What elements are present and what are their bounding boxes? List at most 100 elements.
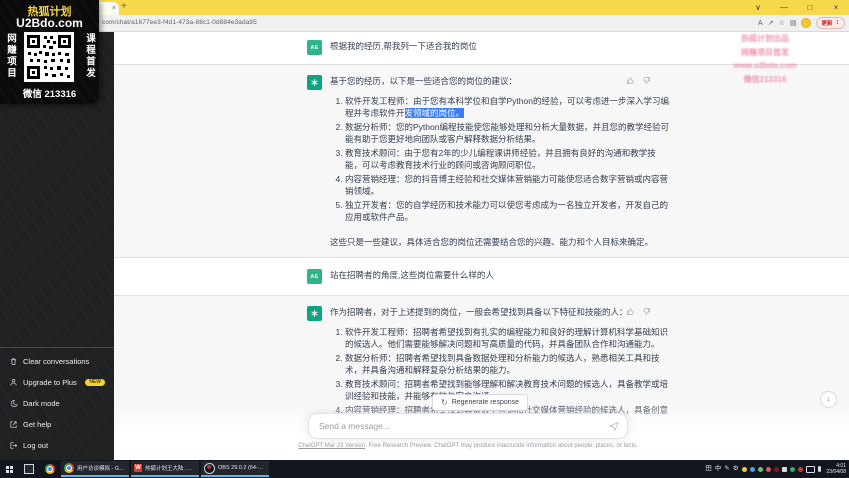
list-item: 数据分析师：招聘者希望找到具备数据处理和分析能力的候选人，熟悉相关工具和技术，并… <box>345 352 672 377</box>
arrow-down-icon: ↓ <box>826 396 831 403</box>
microphone-icon[interactable] <box>817 466 821 472</box>
url-text[interactable]: com/chat/a1677ee3-f4d1-473a-88c1-0d884e3… <box>102 15 257 31</box>
openai-logo-icon <box>311 79 318 86</box>
feedback-buttons <box>626 307 651 316</box>
thumbs-down-icon[interactable] <box>642 307 651 316</box>
sidebar-item-dark-mode[interactable]: Dark mode <box>0 393 114 414</box>
ime-chinese-icon[interactable]: 中 <box>715 465 722 473</box>
taskbar-clock[interactable]: 4:01 23/04/08 <box>827 463 846 475</box>
sidebar-menu: Clear conversations Upgrade to Plus NEW … <box>0 347 114 456</box>
send-icon[interactable] <box>609 421 619 431</box>
trash-icon <box>10 358 17 366</box>
tray-app-icon[interactable] <box>749 466 755 472</box>
system-tray: 田 中 ✎ ⚙ 4:01 23/04/08 <box>705 463 849 475</box>
message-input[interactable]: Send a message... <box>308 413 628 439</box>
moon-icon <box>10 399 18 407</box>
message-text: 站在招聘者的角度,这些岗位需要什么样的人 <box>330 270 494 280</box>
bookmark-star-icon[interactable]: ☆ <box>779 20 785 27</box>
openai-logo-icon <box>311 310 318 317</box>
wps-icon: W <box>134 464 142 472</box>
sidebar-item-log-out[interactable]: Log out <box>0 435 114 456</box>
thumbs-up-icon[interactable] <box>626 307 635 316</box>
taskbar-task-obs[interactable]: OBS 29.0.2 (64-bi... <box>201 461 269 477</box>
ime-grid-icon[interactable]: 田 <box>705 465 712 473</box>
menu-dots-icon[interactable]: ⋮ <box>835 20 841 26</box>
promo-overlay-card: 热狐计划 U2Bdo.com 网赚项目 课程首发 微信 213316 <box>0 0 99 104</box>
page-content: Clear conversations Upgrade to Plus NEW … <box>0 31 849 460</box>
chatgpt-avatar <box>307 306 322 321</box>
input-placeholder: Send a message... <box>319 421 390 431</box>
maximize-button[interactable]: □ <box>797 0 823 15</box>
windows-taskbar: 用户访谈模拟 - Go... W 热狐计划王大陆 .wh... OBS 29.0… <box>0 460 849 478</box>
user-avatar: AE <box>307 269 322 284</box>
chrome-icon <box>64 463 74 473</box>
user-avatar: AE <box>307 40 322 55</box>
list-item: 软件开发工程师：由于您有本科学位和自学Python的经验，可以考虑进一步深入学习… <box>345 95 672 120</box>
new-badge: NEW <box>85 379 105 386</box>
pinned-browser-icon[interactable] <box>45 464 55 474</box>
message-intro: 基于您的经历，以下是一些适合您的岗位的建议： <box>330 76 518 86</box>
suggestion-list: 软件开发工程师：由于您有本科学位和自学Python的经验，可以考虑进一步深入学习… <box>330 95 672 224</box>
tray-app-icon[interactable] <box>797 466 803 472</box>
tray-app-icon[interactable] <box>781 466 787 472</box>
external-link-icon <box>10 421 17 428</box>
sidebar-item-upgrade-to-plus[interactable]: Upgrade to Plus NEW <box>0 372 114 393</box>
chat-footer: ChatGPT Mar 23 Version. Free Research Pr… <box>298 443 638 449</box>
person-icon <box>10 378 17 386</box>
chat-main: AE 根据我的经历,帮我列一下适合我的岗位 基于您的经历，以下是一些适合您的岗位… <box>114 31 849 460</box>
chatgpt-avatar <box>307 75 322 90</box>
promo-wechat: 微信 213316 <box>22 89 77 100</box>
thumbs-down-icon[interactable] <box>642 76 651 85</box>
message-outro: 这些只是一些建议，具体适合您的岗位还需要结合您的兴趣、能力和个人目标来确定。 <box>330 236 654 247</box>
scroll-to-bottom-button[interactable]: ↓ <box>820 391 837 408</box>
windows-logo-icon <box>5 465 13 473</box>
tray-app-icon[interactable] <box>741 466 747 472</box>
translate-icon[interactable]: A <box>758 20 763 27</box>
tray-app-icon[interactable] <box>765 466 771 472</box>
taskbar-task-wps[interactable]: W 热狐计划王大陆 .wh... <box>131 461 199 477</box>
thumbs-up-icon[interactable] <box>626 76 635 85</box>
minimize-button[interactable]: — <box>771 0 797 15</box>
task-view-button[interactable] <box>24 464 34 474</box>
chat-message-assistant: 基于您的经历，以下是一些适合您的岗位的建议： 软件开发工程师：由于您有本科学位和… <box>114 64 849 258</box>
display-icon[interactable] <box>805 465 815 473</box>
list-item: 数据分析师：您的Python编程技能使您能够处理和分析大量数据，并且您的教学经验… <box>345 121 672 146</box>
list-item: 教育技术顾问：由于您有2年的少儿编程课讲师经验，并且拥有良好的沟通和教学技能，可… <box>345 147 672 172</box>
regenerate-response-button[interactable]: ↻ Regenerate response <box>432 394 529 411</box>
promo-right-text: 课程首发 <box>84 33 95 79</box>
version-link[interactable]: ChatGPT Mar 23 Version <box>298 443 365 449</box>
taskbar-task-chrome[interactable]: 用户访谈模拟 - Go... <box>61 461 129 477</box>
tray-app-icon[interactable] <box>789 466 795 472</box>
promo-domain: U2Bdo.com <box>16 16 83 30</box>
sidebar-item-clear-conversations[interactable]: Clear conversations <box>0 351 114 372</box>
pen-icon[interactable]: ✎ <box>724 465 729 473</box>
message-intro: 作为招聘者，对于上述提到的岗位，一般会希望找到具备以下特征和技能的人： <box>330 307 628 317</box>
message-text: 根据我的经历,帮我列一下适合我的岗位 <box>330 41 477 51</box>
obs-icon <box>204 462 215 474</box>
settings-gear-icon[interactable]: ⚙ <box>733 465 739 473</box>
message-text: 基于您的经历，以下是一些适合您的岗位的建议： 软件开发工程师：由于您有本科学位和… <box>330 75 672 248</box>
start-button[interactable] <box>0 465 18 473</box>
promo-left-text: 网赚项目 <box>5 33 16 79</box>
browser-update-button[interactable]: 更新 ⋮ <box>816 17 845 29</box>
tray-app-icon[interactable] <box>773 466 779 472</box>
sidebar-item-get-help[interactable]: Get help <box>0 414 114 435</box>
side-panel-icon[interactable]: ▤ <box>790 20 797 27</box>
feedback-buttons <box>626 76 651 85</box>
close-button[interactable]: × <box>823 0 849 15</box>
list-item: 软件开发工程师：招聘者希望找到有扎实的编程能力和良好的理解计算机科学基础知识的候… <box>345 326 672 351</box>
profile-avatar[interactable] <box>801 18 812 28</box>
tab-search-icon[interactable]: ∨ <box>745 0 771 15</box>
qr-code <box>24 32 74 82</box>
new-tab-button[interactable]: + <box>121 1 127 12</box>
tray-app-icon[interactable] <box>757 466 763 472</box>
selected-text: 发领域的岗位。 <box>404 108 465 118</box>
share-icon[interactable]: ↗ <box>768 20 774 27</box>
list-item: 独立开发者：您的自学经历和技术能力可以使您考虑成为一名独立开发者，开发自己的应用… <box>345 199 672 224</box>
list-item: 内容营销经理：您的抖音博主经验和社交媒体营销能力可能使您适合数字营销或内容营销领… <box>345 173 672 198</box>
browser-titlebar: × + ∨ — □ × <box>0 0 849 15</box>
pink-watermark: 热狐计划出品 网赚项目首发 www.u2bdo.com 微信213316 <box>733 34 797 84</box>
regenerate-icon: ↻ <box>441 397 448 407</box>
tab-close-icon[interactable]: × <box>112 5 116 12</box>
url-bar[interactable]: com/chat/a1677ee3-f4d1-473a-88c1-0d884e3… <box>0 15 849 32</box>
